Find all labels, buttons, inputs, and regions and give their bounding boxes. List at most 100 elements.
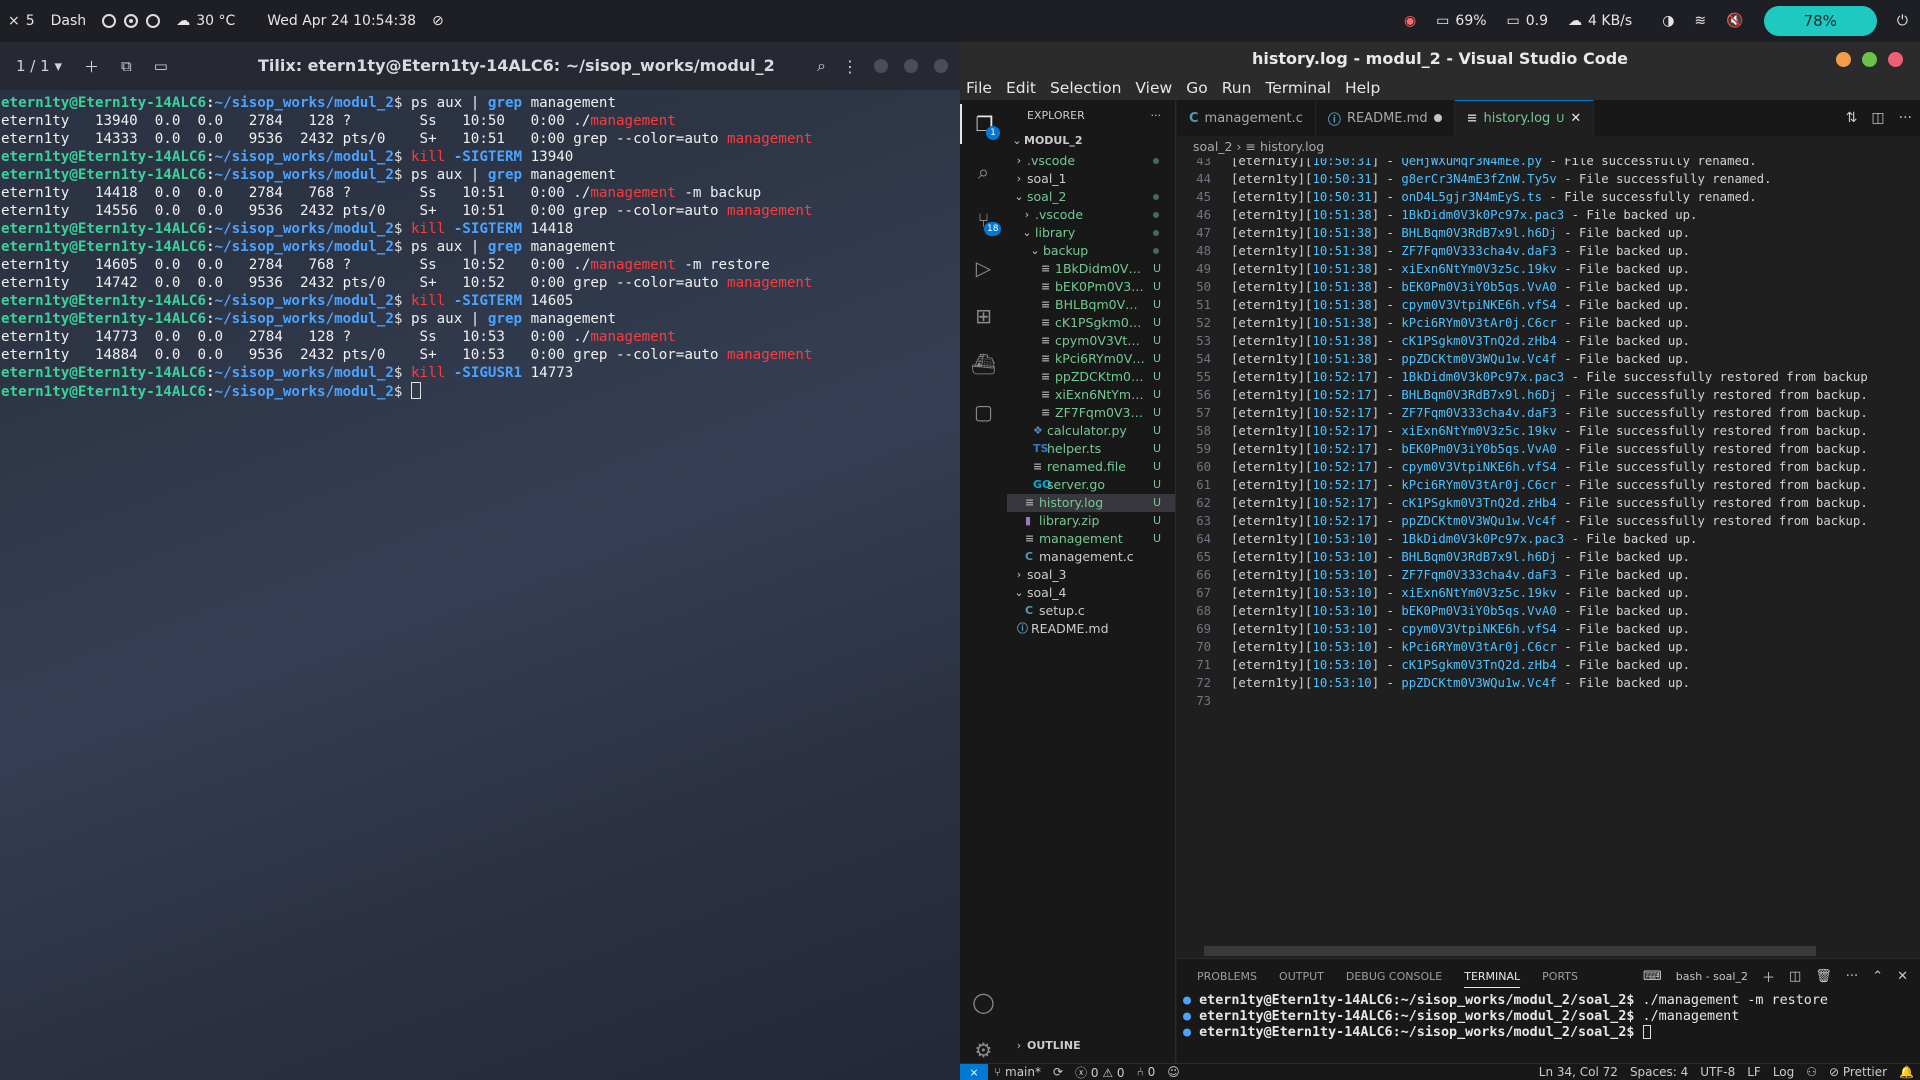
tree-file[interactable]: ≡ ZF7Fqm0V333cha4v.daF3 U (1007, 404, 1175, 422)
panel-tab-problems[interactable]: PROBLEMS (1197, 970, 1257, 983)
tree-folder[interactable]: › .vscode (1007, 152, 1175, 170)
add-terminal-icon[interactable]: ＋ (84, 56, 99, 77)
tree-file[interactable]: TS helper.ts U (1007, 440, 1175, 458)
menu-view[interactable]: View (1135, 79, 1172, 97)
power-icon[interactable]: ⏻ (1889, 0, 1920, 42)
session-selector[interactable]: 1 / 1 ▾ (16, 57, 62, 75)
split-terminal-icon[interactable]: ⧉ (121, 57, 132, 75)
notifications-bell-icon[interactable]: 🔔 (1893, 1065, 1920, 1079)
menu-edit[interactable]: Edit (1006, 79, 1036, 97)
more-actions-icon[interactable]: ··· (1151, 109, 1162, 122)
battery-indicator[interactable]: ▭ 69% (1428, 0, 1494, 42)
tree-file[interactable]: Csetup.c (1007, 602, 1175, 620)
panel-tab-ports[interactable]: PORTS (1542, 970, 1578, 983)
workspace-dot-icon[interactable] (146, 14, 161, 28)
search-icon[interactable]: ⌕ (817, 56, 826, 76)
tree-file[interactable]: ≡ xiExn6NtYm0V3z5c.19kv U (1007, 386, 1175, 404)
search-icon[interactable]: ⌕ (960, 152, 1007, 192)
cpu-load[interactable]: ▭ 0.9 (1499, 0, 1557, 42)
tree-folder[interactable]: ⌄ soal_2 (1007, 188, 1175, 206)
maximize-panel-icon[interactable]: ⌃ (1872, 969, 1883, 984)
tree-file[interactable]: ≡ 1BkDidm0V3k0Pc97x.pac3 U (1007, 260, 1175, 278)
maximize-button[interactable] (904, 59, 918, 73)
tree-file[interactable]: ≡ ppZDCKtm0V3WQu1w.Vc4f U (1007, 368, 1175, 386)
minimize-button[interactable] (874, 59, 888, 73)
panel-tab-terminal[interactable]: TERMINAL (1464, 970, 1521, 988)
volume-slider[interactable]: 78% (1763, 6, 1877, 36)
workspace-dot-icon[interactable] (102, 14, 117, 28)
accounts-icon[interactable]: ◯ (960, 982, 1007, 1022)
tree-file[interactable]: ≡ history.log U (1007, 494, 1175, 512)
network-speed[interactable]: ☁ 4 KB/s (1560, 0, 1640, 42)
tree-root-modul-2[interactable]: ⌄ MODUL_2 (1007, 130, 1175, 152)
tree-folder[interactable]: ⌄ backup (1007, 242, 1175, 260)
more-actions-icon[interactable]: ··· (1846, 969, 1858, 984)
sidebar-toggle-icon[interactable]: ▭ (154, 57, 168, 75)
workspace-dots[interactable] (94, 0, 168, 42)
encoding[interactable]: UTF-8 (1694, 1065, 1741, 1079)
breadcrumb-folder[interactable]: soal_2 (1193, 139, 1233, 154)
tree-file[interactable]: ⓘ README.md (1007, 620, 1175, 638)
cursor-position[interactable]: Ln 34, Col 72 (1533, 1065, 1624, 1079)
trash-icon[interactable]: 🗑 (1815, 969, 1832, 984)
editor-tab[interactable]: ≡ history.log U ✕ (1454, 100, 1595, 136)
explorer-icon[interactable]: ❐ 1 (960, 104, 1007, 144)
line-ending[interactable]: LF (1741, 1065, 1767, 1079)
tree-file[interactable]: ≡ bEK0Pm0V3iY0b5qs.VvA0 U (1007, 278, 1175, 296)
maximize-button[interactable] (1862, 52, 1877, 67)
integrated-terminal[interactable]: ● etern1ty@Etern1ty-14ALC6:~/sisop_works… (1177, 993, 1920, 1041)
source-control-icon[interactable]: ⑂ 18 (960, 200, 1007, 240)
wifi-icon[interactable]: ≋ (1686, 0, 1714, 42)
more-actions-icon[interactable]: ··· (1899, 110, 1912, 126)
problems-indicator[interactable]: ⓧ 0 ⚠ 0 (1069, 1064, 1131, 1080)
menu-terminal[interactable]: Terminal (1265, 79, 1331, 97)
indentation[interactable]: Spaces: 4 (1624, 1065, 1694, 1079)
prettier-status[interactable]: ⊘ Prettier (1823, 1065, 1893, 1079)
close-button[interactable] (934, 59, 948, 73)
editor-tab[interactable]: ⓘ README.md (1316, 100, 1455, 136)
menu-run[interactable]: Run (1222, 79, 1252, 97)
weather-widget[interactable]: ☁ 30 °C (168, 0, 243, 42)
tree-folder[interactable]: › .vscode (1007, 206, 1175, 224)
tree-file[interactable]: ≡ cpym0V3VtpiNKE6h.vfS4 U (1007, 332, 1175, 350)
tree-file[interactable]: ≡ management U (1007, 530, 1175, 548)
panel-tab-debug-console[interactable]: DEBUG CONSOLE (1346, 970, 1442, 983)
workspace-indicator[interactable]: ⨯ 5 (0, 0, 43, 42)
tree-file[interactable]: Cmanagement.c (1007, 548, 1175, 566)
new-terminal-icon[interactable]: ＋ (1762, 967, 1775, 986)
split-editor-icon[interactable]: ◫ (1871, 110, 1884, 126)
compare-changes-icon[interactable]: ⇅ (1846, 110, 1858, 126)
copilot-icon[interactable]: ⚇ (1800, 1065, 1823, 1079)
tree-file[interactable]: ≡ BHLBqm0V3RdB7x9l.h6Dj U (1007, 296, 1175, 314)
menu-selection[interactable]: Selection (1050, 79, 1121, 97)
menu-kebab-icon[interactable]: ⋮ (842, 57, 858, 76)
tree-file[interactable]: GO server.go U (1007, 476, 1175, 494)
tree-file[interactable]: ≡ renamed.file U (1007, 458, 1175, 476)
docker-icon[interactable]: ⛴ (960, 344, 1007, 384)
tree-file[interactable]: ❖ calculator.py U (1007, 422, 1175, 440)
menu-file[interactable]: File (966, 79, 992, 97)
tree-file[interactable]: ≡ kPci6RYm0V3tAr0j.C6cr U (1007, 350, 1175, 368)
minimize-button[interactable] (1836, 52, 1851, 67)
shell-selector[interactable]: bash - soal_2 (1676, 970, 1748, 983)
sync-icon[interactable]: ⟳ (1047, 1065, 1069, 1079)
branch-indicator[interactable]: ⑂ main* (988, 1065, 1047, 1079)
terminal-output[interactable]: etern1ty@Etern1ty-14ALC6:~/sisop_works/m… (0, 90, 960, 400)
tree-file[interactable]: ≡ cK1PSgkm0V3TnQ2d.zHb4 U (1007, 314, 1175, 332)
menu-go[interactable]: Go (1186, 79, 1208, 97)
tree-folder[interactable]: ⌄ soal_4 (1007, 584, 1175, 602)
editor-tab[interactable]: Cmanagement.c (1177, 100, 1316, 136)
close-button[interactable] (1888, 52, 1903, 67)
menu-help[interactable]: Help (1345, 79, 1380, 97)
tree-file[interactable]: ▮ library.zip U (1007, 512, 1175, 530)
remote-explorer-icon[interactable]: ▢ (960, 392, 1007, 432)
close-icon[interactable]: ✕ (1897, 969, 1908, 984)
horizontal-scrollbar[interactable] (1204, 946, 1816, 956)
close-icon[interactable]: ✕ (1570, 111, 1581, 126)
language-mode[interactable]: Log (1767, 1065, 1800, 1079)
tree-folder[interactable]: ⌄ library (1007, 224, 1175, 242)
notifications-off-icon[interactable]: ⊘ (424, 0, 452, 42)
code-editor[interactable]: 43 [etern1ty][10:50:31] - QeHjWXuMqr3N4mE… (1177, 158, 1920, 958)
panel-tab-output[interactable]: OUTPUT (1279, 970, 1324, 983)
volume-mute-icon[interactable]: 🔇 (1718, 0, 1751, 42)
